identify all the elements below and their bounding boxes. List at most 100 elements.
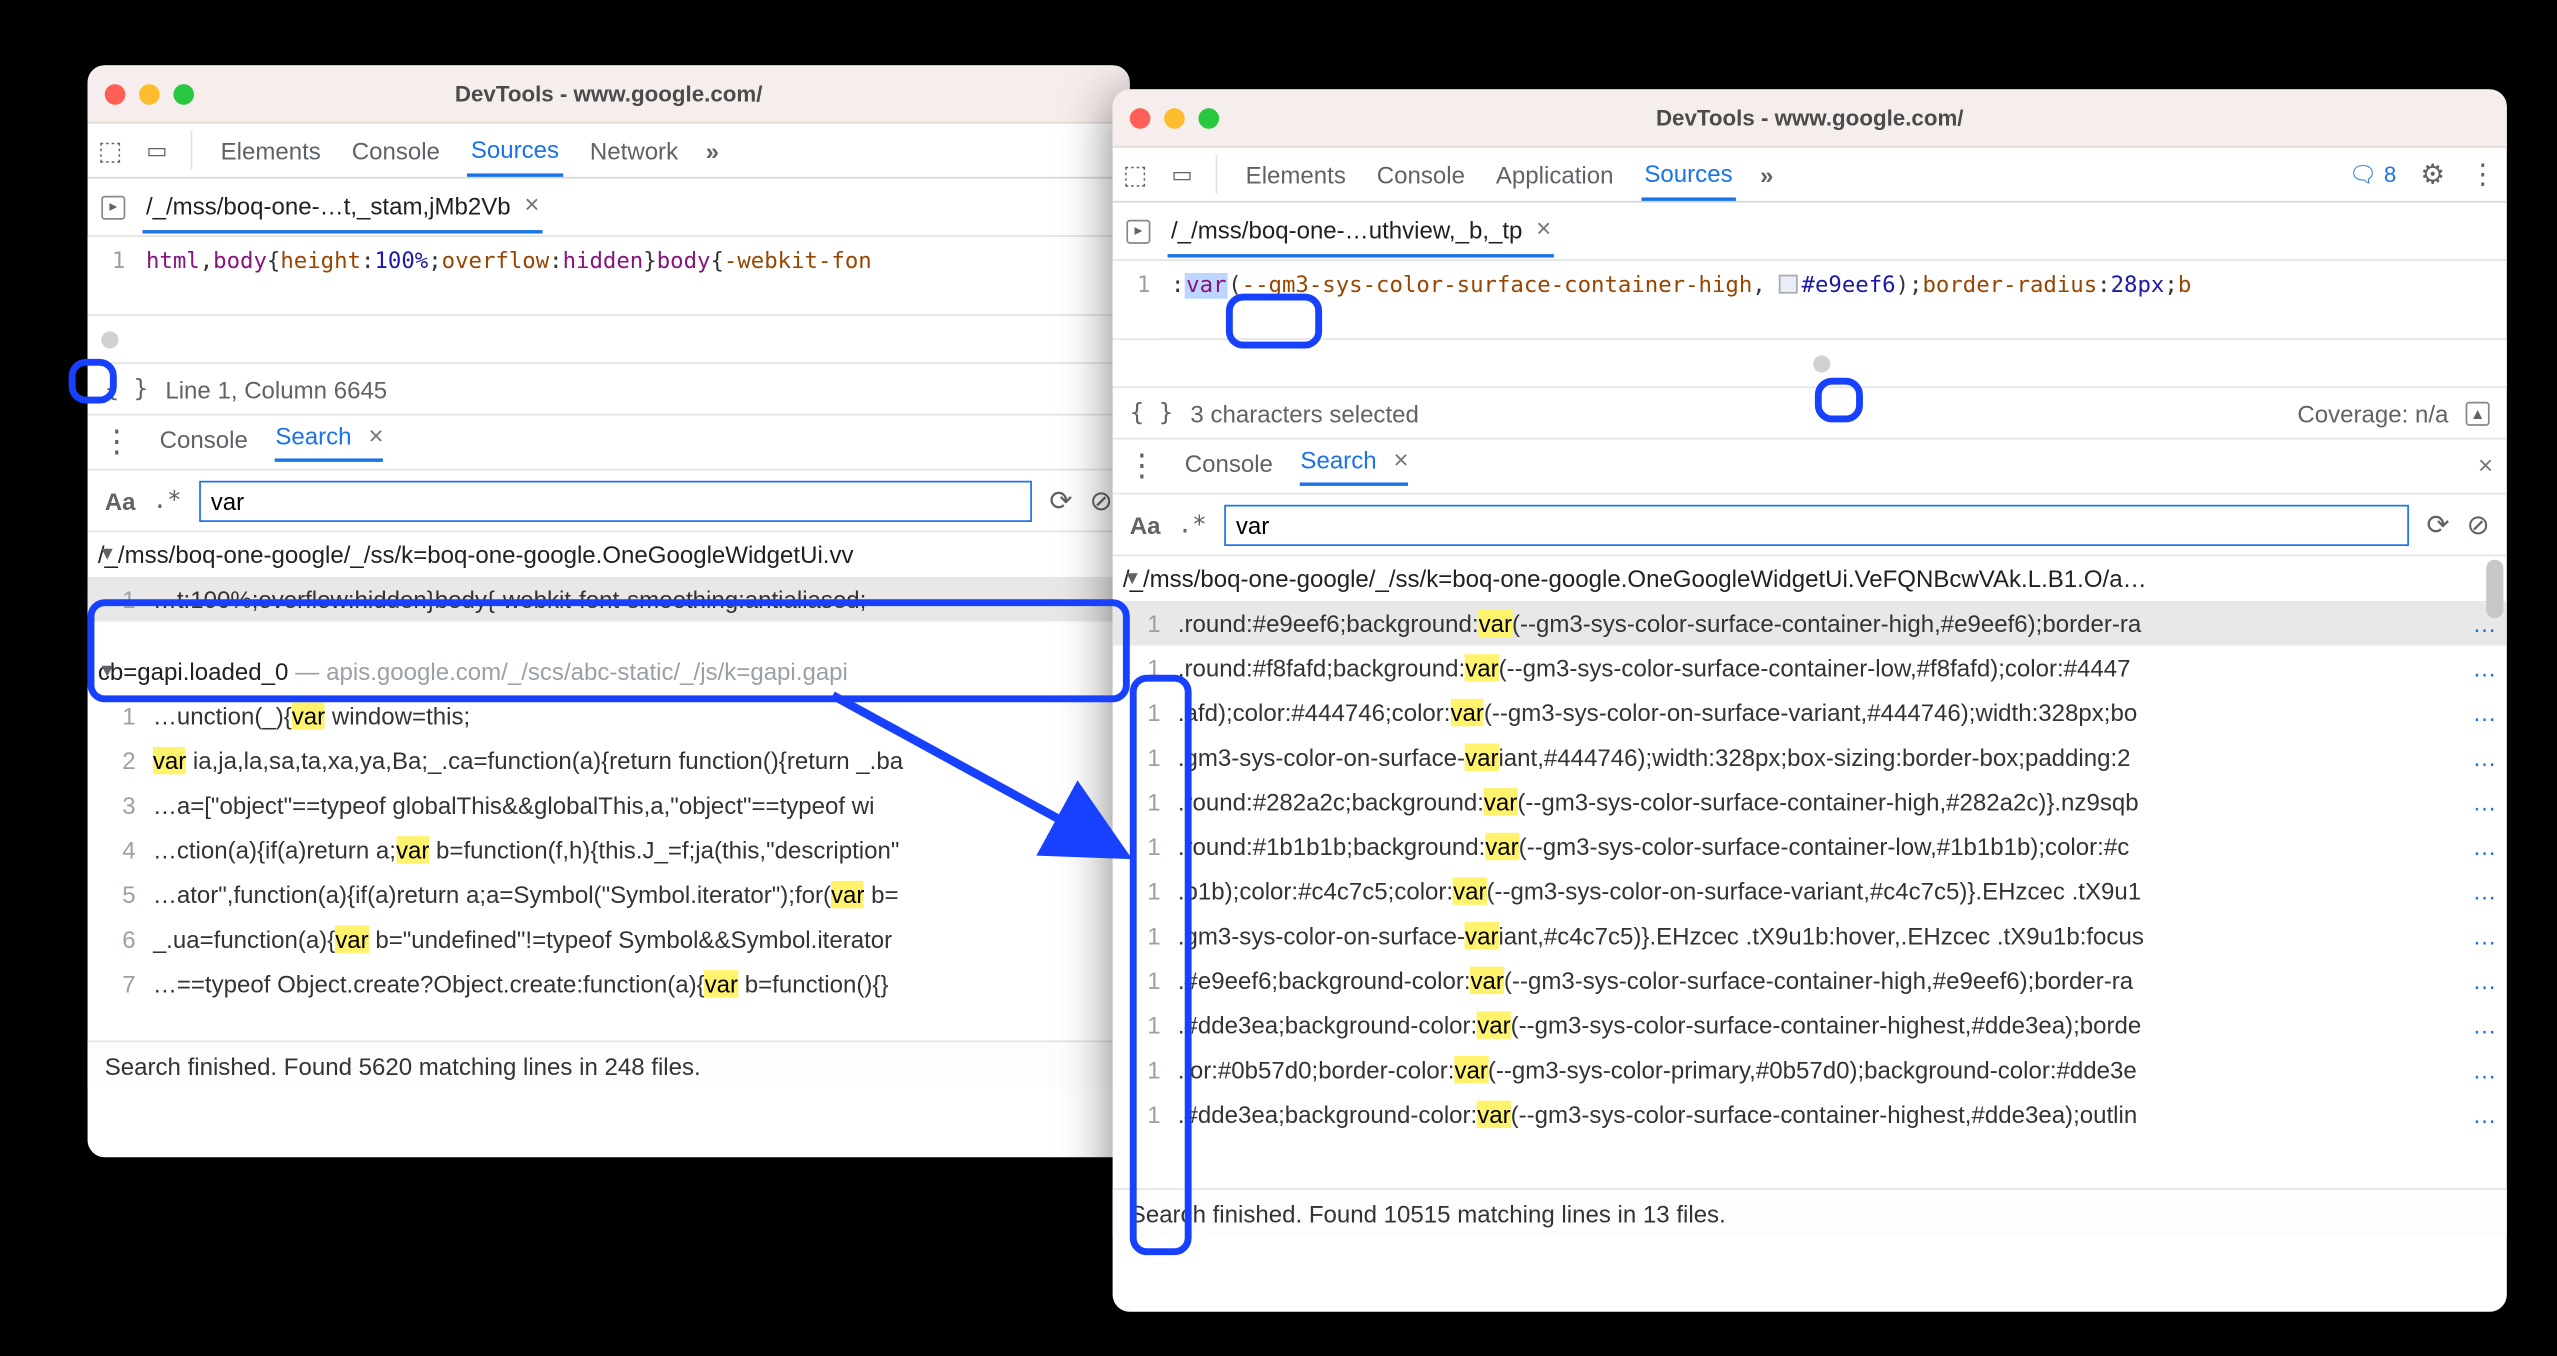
titlebar[interactable]: DevTools - www.google.com/: [88, 65, 1130, 123]
pretty-print-icon[interactable]: { }: [105, 375, 148, 402]
settings-gear-icon[interactable]: ⚙: [2420, 157, 2445, 191]
tab-elements[interactable]: Elements: [1242, 150, 1349, 198]
coverage-icon[interactable]: ▲: [2466, 401, 2490, 425]
result-row[interactable]: 3…a=["object"==typeof globalThis&&global…: [88, 783, 1130, 828]
code-editor[interactable]: 1 html,body{height:100%;overflow:hidden}…: [88, 237, 1130, 316]
window-maximize-button[interactable]: [173, 83, 194, 104]
drawer-tab-search[interactable]: Search ×: [275, 422, 383, 461]
search-row: Aa .* ⟳ ⊘: [1113, 494, 2507, 556]
window-close-button[interactable]: [1130, 107, 1151, 128]
result-line-number: 1: [1123, 646, 1161, 691]
refresh-icon[interactable]: ⟳: [1049, 483, 1072, 517]
tab-application[interactable]: Application: [1492, 150, 1616, 198]
result-row[interactable]: 1 …t:100%;overflow:hidden}body{-webkit-f…: [88, 577, 1130, 622]
drawer-menu-icon[interactable]: ⋮: [1126, 448, 1157, 484]
minimap[interactable]: [88, 316, 1130, 364]
window-minimize-button[interactable]: [1164, 107, 1185, 128]
clear-icon[interactable]: ⊘: [2467, 507, 2490, 541]
match-case-icon[interactable]: Aa: [105, 487, 136, 514]
result-row[interactable]: 1.round:#e9eef6;background:var(--gm3-sys…: [1113, 601, 2507, 646]
result-row[interactable]: 1.#dde3ea;background-color:var(--gm3-sys…: [1113, 1092, 2507, 1137]
drawer-menu-icon[interactable]: ⋮: [101, 424, 132, 460]
window-minimize-button[interactable]: [139, 83, 160, 104]
result-row[interactable]: 1.lor:#0b57d0;border-color:var(--gm3-sys…: [1113, 1047, 2507, 1092]
line-number: 1: [1137, 273, 1150, 299]
more-tabs-chevron-icon[interactable]: »: [706, 137, 716, 164]
search-input[interactable]: [199, 480, 1032, 521]
vertical-scrollbar[interactable]: [2486, 556, 2503, 1188]
tab-elements[interactable]: Elements: [217, 126, 324, 174]
result-line-number: 6: [98, 917, 136, 962]
result-row[interactable]: 7…==typeof Object.create?Object.create:f…: [88, 962, 1130, 1007]
result-text: _.ua=function(a){var b="undefined"!=type…: [153, 917, 1120, 962]
result-file-header[interactable]: ▼ cb=gapi.loaded_0 — apis.google.com/_/s…: [88, 649, 1130, 694]
kebab-menu-icon[interactable]: ⋮: [2469, 157, 2496, 191]
result-row[interactable]: 1.round:#f8fafd;background:var(--gm3-sys…: [1113, 646, 2507, 691]
window-title: DevTools - www.google.com/: [88, 81, 1130, 107]
result-line-number: 7: [98, 962, 136, 1007]
inspect-element-icon[interactable]: ⬚: [98, 135, 122, 166]
close-icon[interactable]: ×: [524, 191, 539, 220]
result-row[interactable]: 1.#e9eef6;background-color:var(--gm3-sys…: [1113, 958, 2507, 1003]
result-line-number: 1: [98, 577, 136, 622]
result-row[interactable]: 1.round:#282a2c;background:var(--gm3-sys…: [1113, 780, 2507, 825]
close-icon[interactable]: ×: [369, 422, 384, 451]
result-row[interactable]: 2var ia,ja,la,sa,ta,xa,ya,Ba;_.ca=functi…: [88, 738, 1130, 783]
coverage-status: Coverage: n/a: [2297, 399, 2448, 426]
result-file-header[interactable]: ▼ /_/mss/boq-one-google/_/ss/k=boq-one-g…: [1113, 556, 2507, 601]
tab-console[interactable]: Console: [1373, 150, 1468, 198]
result-file-path: /_/mss/boq-one-google/_/ss/k=boq-one-goo…: [1123, 556, 2147, 601]
window-close-button[interactable]: [105, 83, 126, 104]
result-text: .gm3-sys-color-on-surface-variant,#44474…: [1178, 735, 2469, 780]
refresh-icon[interactable]: ⟳: [2426, 507, 2449, 541]
clear-icon[interactable]: ⊘: [1090, 483, 1113, 517]
drawer-tab-console[interactable]: Console: [160, 425, 248, 459]
more-tabs-chevron-icon[interactable]: »: [1760, 161, 1770, 188]
result-file-sep: —: [295, 649, 319, 694]
result-row[interactable]: 1.afd);color:#444746;color:var(--gm3-sys…: [1113, 690, 2507, 735]
device-toolbar-icon[interactable]: ▭: [146, 137, 167, 164]
inspect-element-icon[interactable]: ⬚: [1123, 159, 1147, 190]
tab-console[interactable]: Console: [348, 126, 443, 174]
result-row[interactable]: 1.round:#1b1b1b;background:var(--gm3-sys…: [1113, 824, 2507, 869]
search-input[interactable]: [1224, 504, 2409, 545]
result-row[interactable]: 5…ator",function(a){if(a)return a;a=Symb…: [88, 872, 1130, 917]
result-row[interactable]: 1.b1b);color:#c4c7c5;color:var(--gm3-sys…: [1113, 869, 2507, 914]
close-drawer-icon[interactable]: ×: [2478, 452, 2493, 481]
minimap[interactable]: [1113, 340, 2507, 388]
result-file-name: cb=gapi.loaded_0: [98, 649, 288, 694]
result-line-number: 1: [1123, 780, 1161, 825]
device-toolbar-icon[interactable]: ▭: [1171, 161, 1192, 188]
tab-sources[interactable]: Sources: [1641, 149, 1736, 201]
match-case-icon[interactable]: Aa: [1130, 511, 1161, 538]
result-row[interactable]: 4…ction(a){if(a)return a;var b=function(…: [88, 828, 1130, 873]
code-editor[interactable]: 1 :var(--gm3-sys-color-surface-container…: [1113, 261, 2507, 340]
result-row[interactable]: 6 _.ua=function(a){var b="undefined"!=typ…: [88, 917, 1130, 962]
show-navigator-icon[interactable]: ▸: [1126, 219, 1150, 243]
regex-icon[interactable]: .*: [1178, 511, 1207, 538]
drawer-tab-search[interactable]: Search ×: [1300, 446, 1408, 485]
tab-network[interactable]: Network: [586, 126, 681, 174]
result-row[interactable]: 1.gm3-sys-color-on-surface-variant,#c4c7…: [1113, 913, 2507, 958]
drawer-tab-console[interactable]: Console: [1185, 449, 1273, 483]
close-icon[interactable]: ×: [1394, 446, 1409, 475]
result-row[interactable]: 1.#dde3ea;background-color:var(--gm3-sys…: [1113, 1003, 2507, 1048]
result-row[interactable]: 1…unction(_){var window=this;: [88, 694, 1130, 739]
search-results[interactable]: ▼ /_/mss/boq-one-google/_/ss/k=boq-one-g…: [1113, 556, 2507, 1188]
pretty-print-icon[interactable]: { }: [1130, 399, 1173, 426]
issues-badge[interactable]: 🗨 8: [2349, 161, 2397, 188]
result-file-path: /_/mss/boq-one-google/_/ss/k=boq-one-goo…: [98, 532, 854, 577]
color-swatch-icon[interactable]: [1779, 275, 1798, 294]
close-icon[interactable]: ×: [1536, 215, 1551, 244]
regex-icon[interactable]: .*: [153, 487, 182, 514]
result-row[interactable]: 1.gm3-sys-color-on-surface-variant,#4447…: [1113, 735, 2507, 780]
search-footer: Search finished. Found 5620 matching lin…: [88, 1041, 1130, 1089]
search-results[interactable]: ▼ /_/mss/boq-one-google/_/ss/k=boq-one-g…: [88, 532, 1130, 1040]
file-tab[interactable]: /_/mss/boq-one-…uthview,_b,_tp ×: [1168, 204, 1555, 257]
tab-sources[interactable]: Sources: [467, 124, 562, 176]
result-file-header[interactable]: ▼ /_/mss/boq-one-google/_/ss/k=boq-one-g…: [88, 532, 1130, 577]
window-maximize-button[interactable]: [1198, 107, 1219, 128]
file-tab[interactable]: /_/mss/boq-one-…t,_stam,jMb2Vb ×: [143, 180, 543, 233]
show-navigator-icon[interactable]: ▸: [101, 195, 125, 219]
titlebar[interactable]: DevTools - www.google.com/: [1113, 89, 2507, 147]
